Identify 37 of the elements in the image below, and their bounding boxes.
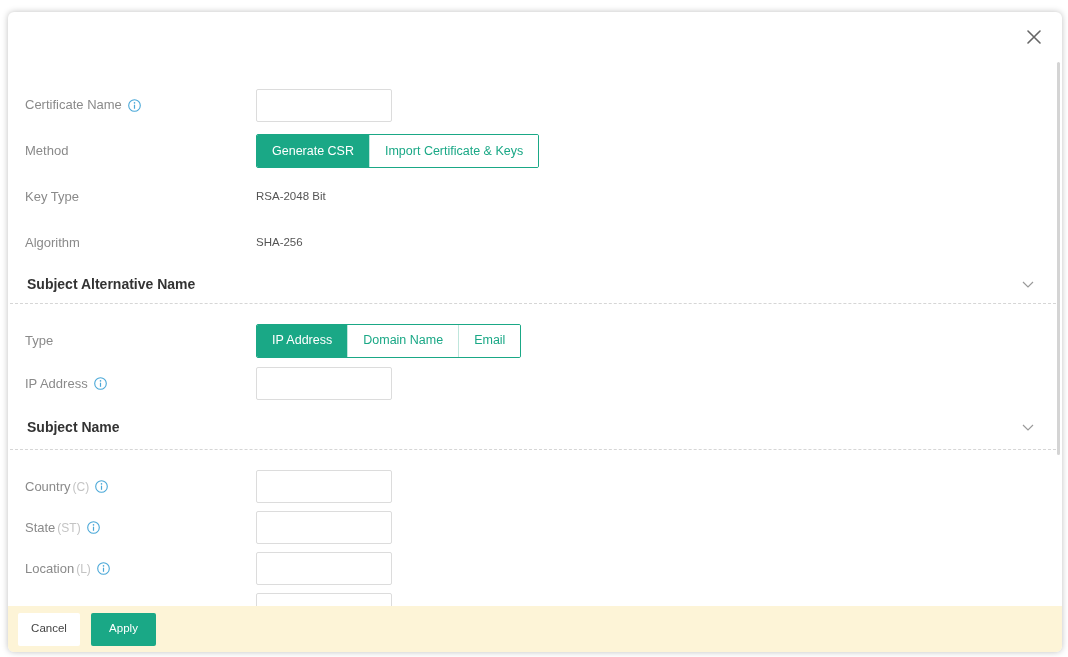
input-field[interactable]	[256, 367, 392, 400]
info-icon[interactable]	[96, 562, 110, 575]
segment-button[interactable]: IP Address	[257, 324, 348, 357]
field-code: (L)	[76, 560, 91, 578]
cancel-button[interactable]: Cancel	[18, 612, 80, 646]
field-value: RSA-2048 Bit	[256, 189, 326, 205]
scrollbar[interactable]	[1057, 62, 1060, 455]
segment-button[interactable]: Import Certificate & Keys	[369, 135, 539, 167]
close-button[interactable]	[1024, 27, 1044, 47]
input-field[interactable]	[256, 552, 392, 585]
apply-button[interactable]: Apply	[91, 612, 156, 646]
info-icon[interactable]	[93, 377, 107, 390]
field-label: Location	[25, 559, 75, 578]
chevron-icon[interactable]	[1022, 281, 1034, 288]
section-title[interactable]: Subject Name	[27, 416, 120, 438]
field-label: Method	[25, 142, 69, 161]
segment-button[interactable]: Generate CSR	[257, 135, 369, 167]
input-field[interactable]	[256, 88, 392, 122]
close-icon	[1027, 30, 1041, 44]
field-label: Type	[25, 331, 54, 350]
field-label: Country	[25, 477, 71, 496]
field-label: IP Address	[25, 374, 88, 393]
info-icon[interactable]	[86, 521, 100, 534]
input-field[interactable]	[256, 511, 392, 544]
field-label: Key Type	[25, 188, 79, 207]
field-code: (ST)	[57, 519, 81, 537]
info-icon[interactable]	[95, 480, 109, 493]
field-value: SHA-256	[256, 235, 303, 251]
chevron-icon[interactable]	[1022, 423, 1034, 431]
info-icon[interactable]	[127, 98, 141, 112]
segment-button[interactable]: Email	[458, 324, 521, 357]
section-title[interactable]: Subject Alternative Name	[27, 274, 196, 295]
field-code: (C)	[72, 478, 90, 496]
field-label: Certificate Name	[25, 96, 122, 115]
field-label: State	[25, 518, 56, 537]
input-field[interactable]	[256, 470, 392, 503]
field-label: Algorithm	[25, 234, 80, 253]
